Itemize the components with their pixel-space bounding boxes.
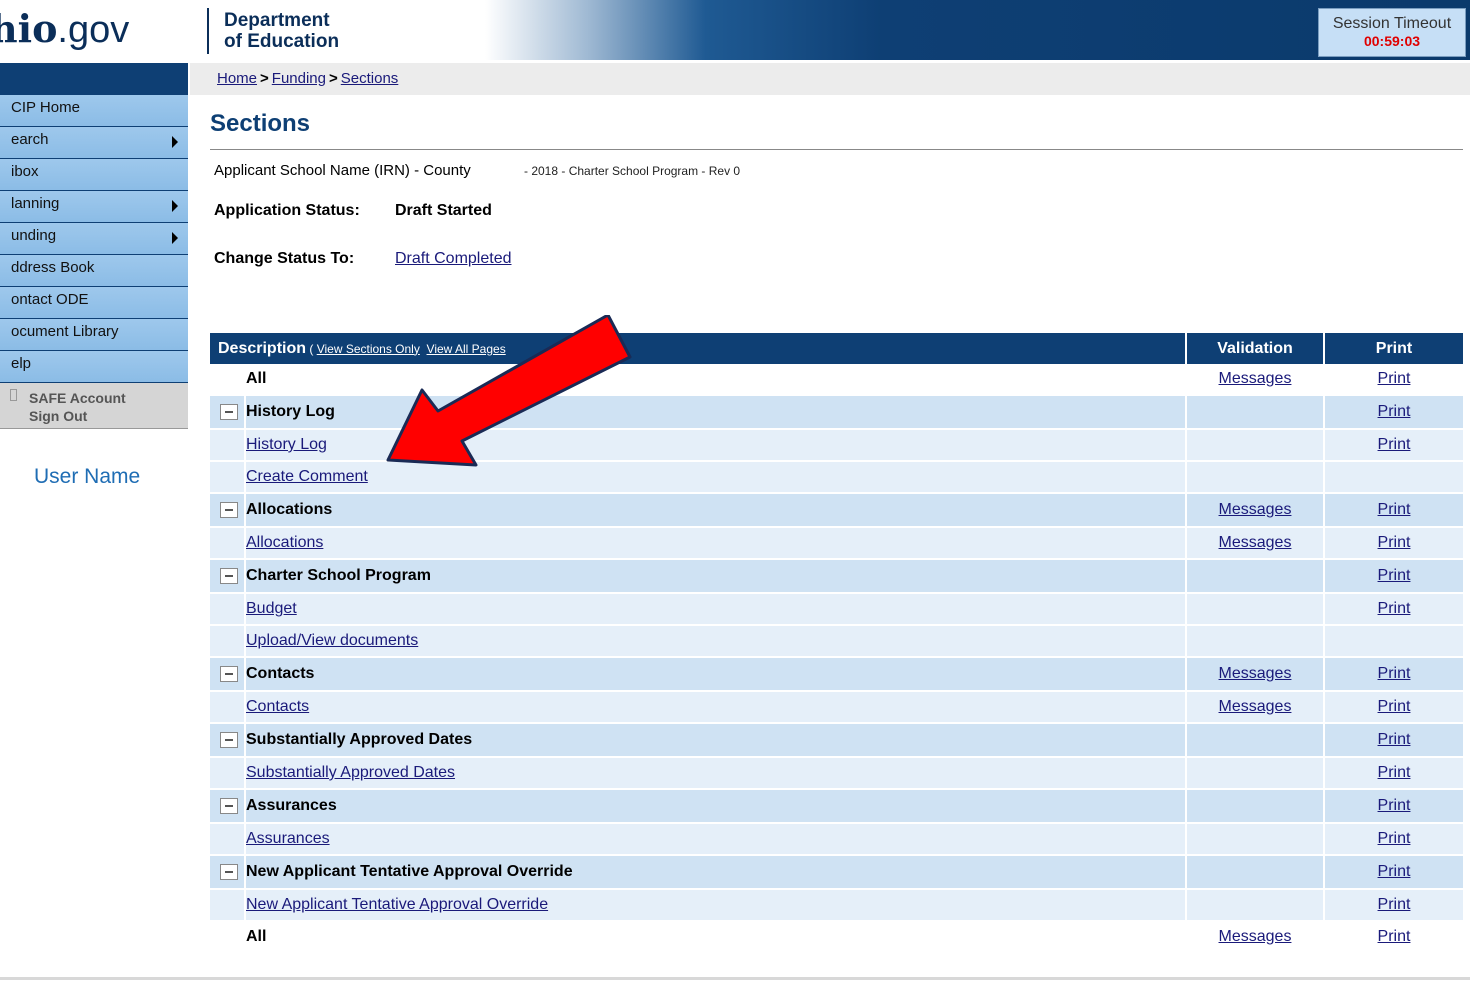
messages-link[interactable]: Messages: [1219, 698, 1292, 715]
sidebar-item-ibox[interactable]: ibox: [0, 159, 188, 191]
department-title: Department of Education: [224, 10, 340, 52]
print-link[interactable]: Print: [1378, 928, 1411, 945]
breadcrumb-funding[interactable]: Funding: [272, 70, 326, 87]
caret-right-icon: [172, 136, 178, 148]
table-row: Substantially Approved Dates Print: [210, 757, 1463, 790]
page-title: Sections: [210, 110, 311, 137]
section-name: Assurances: [245, 789, 1187, 824]
table-row: Upload/View documents: [210, 625, 1463, 658]
sidebar-item-elp[interactable]: elp: [0, 351, 188, 383]
site-header: hio.gov Department of Education Session …: [0, 0, 1470, 60]
safe-sign-out-button[interactable]: SAFE Account Sign Out: [0, 383, 188, 429]
table-row: New Applicant Tentative Approval Overrid…: [210, 855, 1463, 890]
messages-link[interactable]: Messages: [1219, 928, 1292, 945]
section-name: Charter School Program: [245, 559, 1187, 594]
messages-link[interactable]: Messages: [1219, 501, 1292, 518]
sidebar-item-ontact-ode[interactable]: ontact ODE: [0, 287, 188, 319]
change-status-link[interactable]: Draft Completed: [395, 250, 512, 268]
print-link[interactable]: Print: [1378, 863, 1411, 880]
collapse-minus-icon[interactable]: [220, 798, 238, 814]
print-link[interactable]: Print: [1378, 731, 1411, 748]
messages-link[interactable]: Messages: [1219, 534, 1292, 551]
print-link[interactable]: Print: [1378, 797, 1411, 814]
print-link[interactable]: Print: [1378, 534, 1411, 551]
sidebar-item-earch[interactable]: earch: [0, 127, 188, 159]
section-page-link[interactable]: Budget: [246, 600, 297, 617]
application-status-label: Application Status:: [214, 202, 360, 219]
application-revision: - 2018 - Charter School Program - Rev 0: [524, 164, 741, 178]
print-link[interactable]: Print: [1378, 567, 1411, 584]
sidebar-item-unding[interactable]: unding: [0, 223, 188, 255]
title-divider: [210, 149, 1463, 150]
print-link[interactable]: Print: [1378, 665, 1411, 682]
print-link[interactable]: Print: [1378, 501, 1411, 518]
sidebar-nav: CIP Home earch ibox lanning unding ddress Boo…: [0, 63, 188, 429]
section-name: New Applicant Tentative Approval Overrid…: [245, 855, 1187, 890]
collapse-minus-icon[interactable]: [220, 568, 238, 584]
change-status-label: Change Status To:: [214, 250, 355, 267]
session-timeout-timer: 00:59:03: [1363, 33, 1421, 49]
print-header: Print: [1324, 333, 1463, 364]
user-name: User Name: [34, 465, 141, 488]
applicant-name: Applicant School Name (IRN) - County: [214, 162, 471, 179]
table-row: Allocations Messages Print: [210, 493, 1463, 528]
caret-right-icon: [172, 232, 178, 244]
collapse-minus-icon[interactable]: [220, 666, 238, 682]
application-status-value: Draft Started: [395, 202, 492, 219]
print-link[interactable]: Print: [1378, 764, 1411, 781]
session-timeout-box: Session Timeout 00:59:03: [1318, 8, 1466, 57]
section-page-link[interactable]: Contacts: [246, 698, 309, 715]
print-link[interactable]: Print: [1378, 698, 1411, 715]
table-row: New Applicant Tentative Approval Overrid…: [210, 889, 1463, 922]
section-page-link[interactable]: New Applicant Tentative Approval Overrid…: [246, 896, 548, 913]
logo-divider: [207, 8, 209, 54]
section-page-link[interactable]: Assurances: [246, 830, 330, 847]
caret-right-icon: [172, 200, 178, 212]
messages-link[interactable]: Messages: [1219, 370, 1292, 387]
section-name: Contacts: [245, 657, 1187, 692]
section-page-link[interactable]: Upload/View documents: [246, 632, 418, 649]
print-link[interactable]: Print: [1378, 370, 1411, 387]
red-arrow-annotation: [386, 315, 632, 467]
ohio-gov-logo[interactable]: hio.gov: [0, 6, 200, 54]
table-row: Contacts Messages Print: [210, 691, 1463, 724]
door-icon: [10, 389, 17, 401]
print-link[interactable]: Print: [1378, 403, 1411, 420]
section-page-link[interactable]: History Log: [246, 436, 327, 453]
print-link[interactable]: Print: [1378, 896, 1411, 913]
sidebar-item-lanning[interactable]: lanning: [0, 191, 188, 223]
collapse-minus-icon[interactable]: [220, 864, 238, 880]
table-row: All Messages Print: [210, 921, 1463, 954]
collapse-minus-icon[interactable]: [220, 404, 238, 420]
sidebar-item-ddress-book[interactable]: ddress Book: [0, 255, 188, 287]
table-row: Contacts Messages Print: [210, 657, 1463, 692]
section-name: Allocations: [245, 493, 1187, 528]
print-link[interactable]: Print: [1378, 600, 1411, 617]
breadcrumb-sections[interactable]: Sections: [341, 70, 399, 87]
table-row: Allocations Messages Print: [210, 527, 1463, 560]
section-page-link[interactable]: Create Comment: [246, 468, 368, 485]
table-row: Assurances Print: [210, 823, 1463, 856]
print-link[interactable]: Print: [1378, 830, 1411, 847]
section-page-link[interactable]: Allocations: [246, 534, 323, 551]
table-row: Substantially Approved Dates Print: [210, 723, 1463, 758]
description-header: Description ( View Sections Only View Al…: [210, 333, 1187, 364]
collapse-minus-icon[interactable]: [220, 502, 238, 518]
collapse-minus-icon[interactable]: [220, 732, 238, 748]
section-page-link[interactable]: Substantially Approved Dates: [246, 764, 455, 781]
sidebar-item-cip-home[interactable]: CIP Home: [0, 95, 188, 127]
table-row: Charter School Program Print: [210, 559, 1463, 594]
sidebar-item-ocument-library[interactable]: ocument Library: [0, 319, 188, 351]
validation-header: Validation: [1186, 333, 1325, 364]
session-timeout-label: Session Timeout: [1332, 15, 1452, 32]
breadcrumb-home[interactable]: Home: [217, 70, 257, 87]
table-row: Budget Print: [210, 593, 1463, 626]
breadcrumb: Home > Funding > Sections: [217, 70, 399, 87]
section-name: Substantially Approved Dates: [245, 723, 1187, 758]
table-row: Assurances Print: [210, 789, 1463, 824]
print-link[interactable]: Print: [1378, 436, 1411, 453]
messages-link[interactable]: Messages: [1219, 665, 1292, 682]
all-row-label: All: [245, 921, 1187, 954]
